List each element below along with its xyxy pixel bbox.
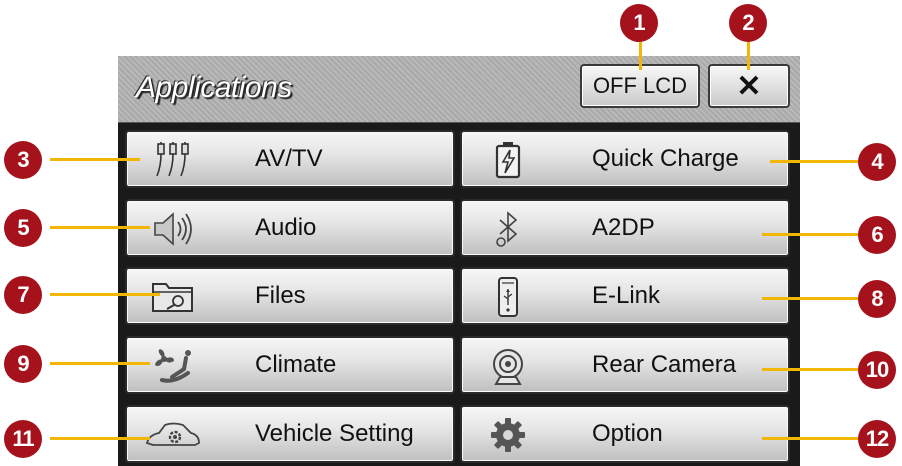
callout-leader	[762, 368, 862, 371]
page-title: Applications	[136, 71, 292, 104]
callout-leader	[50, 437, 150, 440]
option-button[interactable]: Option	[460, 405, 790, 463]
battery-charge-icon	[480, 140, 536, 180]
av-cables-icon	[145, 140, 201, 180]
callout-badge: 10	[858, 351, 896, 389]
climate-button[interactable]: Climate	[125, 336, 455, 394]
speaker-icon	[145, 209, 201, 249]
phone-usb-icon	[480, 277, 536, 317]
av-tv-label: AV/TV	[255, 145, 323, 172]
callout-badge: 9	[4, 345, 42, 383]
climate-label: Climate	[255, 351, 337, 378]
e-link-label: E-Link	[592, 282, 661, 309]
audio-label: Audio	[255, 214, 317, 241]
callout-badge: 3	[4, 141, 42, 179]
callout-badge: 8	[858, 280, 896, 318]
vehicle-setting-label: Vehicle Setting	[255, 420, 414, 447]
climate-seat-fan-icon	[145, 346, 201, 386]
callout-leader	[50, 362, 150, 365]
callout-leader	[762, 233, 862, 236]
quick-charge-label: Quick Charge	[592, 145, 739, 172]
callout-leader	[762, 437, 862, 440]
quick-charge-button[interactable]: Quick Charge	[460, 130, 790, 188]
callout-leader	[747, 40, 750, 70]
files-button[interactable]: Files	[125, 267, 455, 325]
e-link-button[interactable]: E-Link	[460, 267, 790, 325]
callout-badge: 6	[858, 216, 896, 254]
callout-badge: 11	[4, 420, 42, 458]
callout-leader	[50, 293, 160, 296]
files-label: Files	[255, 282, 306, 309]
gear-icon	[480, 415, 536, 455]
off-lcd-button[interactable]: OFF LCD	[580, 64, 700, 108]
callout-leader	[50, 158, 140, 161]
camera-icon	[480, 346, 536, 386]
a2dp-label: A2DP	[592, 214, 655, 241]
callout-badge: 12	[858, 420, 896, 458]
callout-badge: 7	[4, 276, 42, 314]
option-label: Option	[592, 420, 663, 447]
rear-camera-button[interactable]: Rear Camera	[460, 336, 790, 394]
callout-leader	[50, 226, 150, 229]
callout-badge: 2	[729, 4, 767, 42]
callout-badge: 1	[620, 4, 658, 42]
callout-badge: 4	[858, 143, 896, 181]
av-tv-button[interactable]: AV/TV	[125, 130, 455, 188]
car-gear-icon	[145, 415, 201, 455]
close-button[interactable]: ✕	[708, 64, 790, 108]
folder-search-icon	[145, 277, 201, 317]
rear-camera-label: Rear Camera	[592, 351, 737, 378]
callout-badge: 5	[4, 209, 42, 247]
callout-leader	[762, 297, 862, 300]
audio-button[interactable]: Audio	[125, 199, 455, 257]
bluetooth-music-icon	[480, 209, 536, 249]
callout-leader	[770, 160, 860, 163]
callout-leader	[639, 40, 642, 70]
vehicle-setting-button[interactable]: Vehicle Setting	[125, 405, 455, 463]
a2dp-button[interactable]: A2DP	[460, 199, 790, 257]
